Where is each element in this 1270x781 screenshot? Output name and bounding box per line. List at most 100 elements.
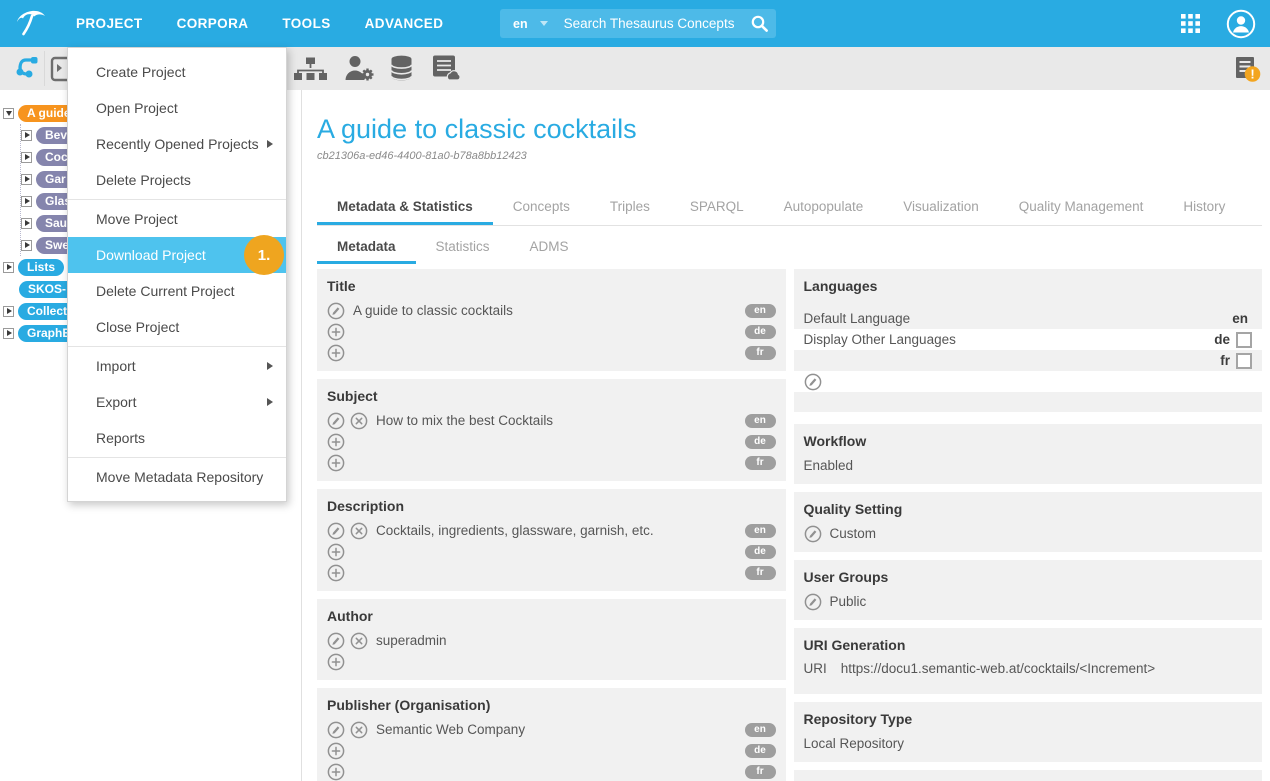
collapse-icon[interactable] — [3, 108, 14, 119]
tab-history[interactable]: History — [1163, 189, 1245, 225]
expand-icon[interactable] — [21, 174, 32, 185]
edit-icon[interactable] — [327, 302, 345, 320]
apps-grid-icon[interactable] — [1181, 14, 1200, 33]
expand-icon[interactable] — [21, 196, 32, 207]
expand-icon[interactable] — [3, 262, 14, 273]
field-add-row — [327, 651, 776, 672]
top-navigation-bar: PROJECT CORPORA TOOLS ADVANCED en Search… — [0, 0, 1270, 47]
edit-icon[interactable] — [327, 632, 345, 650]
remove-icon[interactable] — [350, 632, 368, 650]
field-author: Author superadmin — [317, 599, 786, 680]
svg-text:!: ! — [1250, 67, 1254, 82]
tab-visualization[interactable]: Visualization — [883, 189, 999, 225]
field-label: Author — [327, 608, 776, 624]
menu-item-label: Download Project — [96, 247, 206, 263]
quality-setting-value: Custom — [830, 526, 877, 541]
expand-icon[interactable] — [3, 328, 14, 339]
menu-item-recently-opened-projects[interactable]: Recently Opened Projects — [68, 126, 286, 162]
user-admin-icon[interactable] — [344, 55, 374, 87]
metadata-right-column: Languages Default Language en Display Ot… — [794, 269, 1263, 781]
subtab-statistics[interactable]: Statistics — [416, 228, 510, 264]
uri-value: https://docu1.semantic-web.at/cocktails/… — [841, 661, 1155, 676]
menu-tools[interactable]: TOOLS — [282, 16, 330, 31]
search-button[interactable] — [742, 9, 776, 38]
taxonomy-hierarchy-icon[interactable] — [293, 57, 328, 86]
field-description: Description Cocktails, ingredients, glas… — [317, 489, 786, 591]
panel-repository-type: Repository Type Local Repository — [794, 702, 1263, 762]
menu-item-download-project[interactable]: Download Project 1. — [68, 237, 286, 273]
expand-icon[interactable] — [21, 240, 32, 251]
edit-icon[interactable] — [804, 373, 822, 391]
poolparty-logo[interactable] — [14, 7, 54, 41]
menu-advanced[interactable]: ADVANCED — [365, 16, 444, 31]
panel-uri-generation: URI Generation URI https://docu1.semanti… — [794, 628, 1263, 694]
edit-icon[interactable] — [327, 522, 345, 540]
user-account-icon[interactable] — [1226, 9, 1256, 39]
expand-icon[interactable] — [21, 218, 32, 229]
edit-icon[interactable] — [327, 721, 345, 739]
expand-icon[interactable] — [3, 306, 14, 317]
expand-icon[interactable] — [21, 130, 32, 141]
menu-item-move-project[interactable]: Move Project — [68, 201, 286, 237]
menu-item-delete-current-project[interactable]: Delete Current Project — [68, 273, 286, 309]
add-icon[interactable] — [327, 742, 345, 760]
expand-icon[interactable] — [21, 152, 32, 163]
language-checkbox-de[interactable] — [1236, 332, 1252, 348]
language-checkbox-fr[interactable] — [1236, 353, 1252, 369]
add-icon[interactable] — [327, 543, 345, 561]
tab-concepts[interactable]: Concepts — [493, 189, 590, 225]
menu-item-move-metadata-repository[interactable]: Move Metadata Repository — [68, 459, 286, 495]
tab-autopopulate[interactable]: Autopopulate — [764, 189, 884, 225]
main-menu: PROJECT CORPORA TOOLS ADVANCED — [76, 16, 443, 31]
edit-icon[interactable] — [804, 525, 822, 543]
add-icon[interactable] — [327, 323, 345, 341]
menu-item-import[interactable]: Import — [68, 348, 286, 384]
menu-item-export[interactable]: Export — [68, 384, 286, 420]
default-language-row: Default Language en — [794, 308, 1263, 329]
add-icon[interactable] — [327, 454, 345, 472]
menu-item-label: Export — [96, 394, 136, 410]
chevron-down-icon[interactable] — [540, 21, 548, 26]
subtab-adms[interactable]: ADMS — [510, 228, 589, 264]
workflow-value: Enabled — [804, 458, 854, 473]
tab-triples[interactable]: Triples — [590, 189, 670, 225]
field-label: Description — [327, 498, 776, 514]
menu-project[interactable]: PROJECT — [76, 16, 143, 31]
edit-icon[interactable] — [804, 593, 822, 611]
panel-user-groups: User Groups Public — [794, 560, 1263, 620]
menu-item-delete-projects[interactable]: Delete Projects — [68, 162, 286, 198]
repository-type-row: Local Repository — [804, 733, 1253, 754]
tab-sparql[interactable]: SPARQL — [670, 189, 764, 225]
menu-item-open-project[interactable]: Open Project — [68, 90, 286, 126]
tab-quality-management[interactable]: Quality Management — [999, 189, 1164, 225]
edit-icon[interactable] — [327, 412, 345, 430]
add-icon[interactable] — [327, 344, 345, 362]
search-input[interactable]: Search Thesaurus Concepts — [564, 16, 742, 31]
remove-icon[interactable] — [350, 721, 368, 739]
menu-item-close-project[interactable]: Close Project — [68, 309, 286, 345]
database-icon[interactable] — [389, 54, 414, 87]
panel-label: Repository Type — [804, 711, 1253, 727]
search-language-selector[interactable]: en — [513, 17, 528, 31]
repository-server-icon[interactable] — [430, 54, 460, 87]
add-icon[interactable] — [327, 653, 345, 671]
concept-tree-icon[interactable] — [11, 54, 39, 87]
subtab-metadata[interactable]: Metadata — [317, 228, 416, 264]
menu-separator — [68, 346, 286, 347]
add-icon[interactable] — [327, 433, 345, 451]
remove-icon[interactable] — [350, 412, 368, 430]
menu-item-reports[interactable]: Reports — [68, 420, 286, 456]
umbrella-icon — [14, 7, 48, 41]
menu-item-create-project[interactable]: Create Project — [68, 54, 286, 90]
tree-node-label[interactable]: Lists — [18, 259, 64, 276]
panel-label: Workflow — [804, 433, 1253, 449]
thesaurus-search[interactable]: en Search Thesaurus Concepts — [500, 9, 776, 38]
menu-corpora[interactable]: CORPORA — [177, 16, 249, 31]
add-icon[interactable] — [327, 564, 345, 582]
add-icon[interactable] — [327, 763, 345, 781]
field-value-row: How to mix the best Cocktails en — [327, 410, 776, 431]
tab-metadata-statistics[interactable]: Metadata & Statistics — [317, 189, 493, 225]
notifications-warning-icon[interactable]: ! — [1233, 54, 1263, 89]
remove-icon[interactable] — [350, 522, 368, 540]
field-label: Publisher (Organisation) — [327, 697, 776, 713]
